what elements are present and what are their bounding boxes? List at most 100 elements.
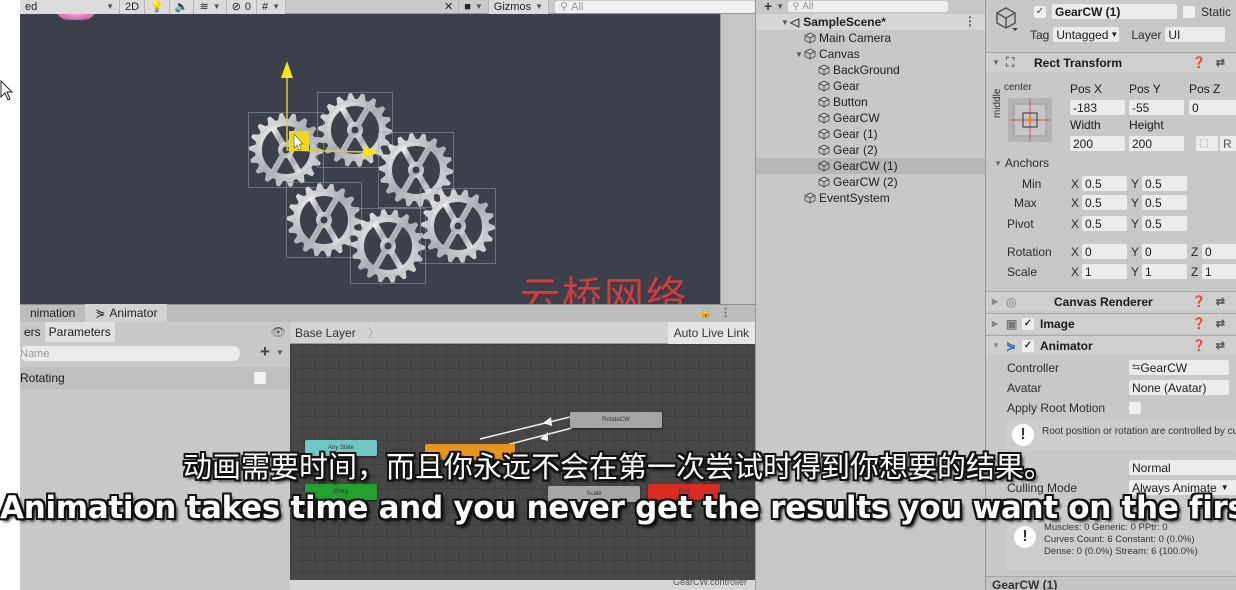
- hierarchy-item[interactable]: Main Camera: [756, 30, 986, 46]
- apply-root-motion-checkbox[interactable]: [1129, 402, 1141, 414]
- scale-z-input[interactable]: 1: [1202, 264, 1236, 279]
- anchor-presets-button[interactable]: [1008, 98, 1052, 142]
- chevron-down-icon[interactable]: ▼: [276, 348, 284, 357]
- help-icon[interactable]: ❓: [1192, 317, 1206, 330]
- width-input[interactable]: 200: [1070, 136, 1125, 151]
- blueprint-mode-button[interactable]: ⬚: [1196, 136, 1218, 151]
- gear-sprite[interactable]: [348, 206, 428, 286]
- hierarchy-item[interactable]: Gear: [756, 78, 986, 94]
- anchor-max-x-input[interactable]: 0.5: [1082, 195, 1127, 210]
- pivot-y-input[interactable]: 0.5: [1142, 216, 1187, 231]
- help-icon[interactable]: ❓: [1192, 339, 1206, 352]
- hierarchy-search-input[interactable]: ⚲ All: [788, 0, 949, 12]
- add-parameter-button[interactable]: +: [260, 342, 270, 362]
- raw-edit-button[interactable]: R: [1220, 136, 1236, 151]
- chevron-down-icon[interactable]: ▼: [776, 2, 784, 11]
- static-checkbox[interactable]: [1183, 5, 1195, 18]
- pos-y-input[interactable]: -55: [1129, 100, 1184, 115]
- pivot-x-input[interactable]: 0.5: [1082, 216, 1127, 231]
- eye-icon[interactable]: 👁: [271, 325, 286, 339]
- avatar-field[interactable]: None (Avatar): [1129, 380, 1229, 395]
- scale-x-input[interactable]: 1: [1082, 264, 1127, 279]
- tag-dropdown[interactable]: Untagged ▼: [1053, 27, 1120, 42]
- tools-button[interactable]: ✕: [439, 0, 460, 14]
- y-arrow-icon[interactable]: [281, 61, 293, 78]
- move-gizmo[interactable]: [275, 58, 385, 168]
- hierarchy-item-label: Main Camera: [819, 31, 892, 45]
- expand-arrow-icon[interactable]: ▶: [992, 319, 1006, 328]
- lighting-toggle[interactable]: 💡: [145, 0, 170, 14]
- breadcrumb-base-layer[interactable]: Base Layer: [295, 326, 356, 340]
- hierarchy-scene-row[interactable]: ▼ ◁ SampleScene* ⋮: [756, 14, 986, 30]
- anchor-min-y-input[interactable]: 0.5: [1142, 176, 1187, 191]
- expand-arrow-icon[interactable]: ▼: [992, 341, 1006, 350]
- image-enabled-checkbox[interactable]: ✓: [1022, 317, 1034, 330]
- parameter-search-input[interactable]: Name: [20, 346, 240, 361]
- animator-enabled-checkbox[interactable]: ✓: [1022, 339, 1034, 352]
- parameter-bool-checkbox[interactable]: [254, 372, 266, 384]
- draw-mode-dropdown[interactable]: ed ▼: [20, 0, 120, 14]
- scene-visibility-toggle[interactable]: ⊘ 0: [226, 0, 257, 14]
- expand-arrow-icon[interactable]: ▼: [794, 50, 804, 59]
- expand-arrow-icon[interactable]: ▼: [994, 159, 1002, 168]
- controller-field[interactable]: ⇆ GearCW: [1129, 360, 1229, 375]
- state-node-rotatecw[interactable]: RotateCW: [570, 412, 662, 428]
- hierarchy-item[interactable]: GearCW (1): [756, 158, 986, 174]
- kebab-menu-icon[interactable]: ⋮: [964, 14, 976, 28]
- preset-icon[interactable]: ⇄: [1216, 317, 1225, 330]
- hierarchy-item[interactable]: GearCW (2): [756, 174, 986, 190]
- hierarchy-item[interactable]: BackGround: [756, 62, 986, 78]
- hierarchy-item[interactable]: Gear (2): [756, 142, 986, 158]
- lock-icon[interactable]: 🔒: [700, 308, 712, 319]
- object-name-input[interactable]: GearCW (1): [1052, 4, 1177, 19]
- hierarchy-item[interactable]: GearCW: [756, 110, 986, 126]
- 2d-toggle[interactable]: 2D: [120, 0, 146, 14]
- help-icon[interactable]: ❓: [1192, 295, 1206, 308]
- gear-sprite[interactable]: [418, 186, 498, 266]
- preview-object-label[interactable]: GearCW (1): [992, 578, 1057, 590]
- camera-dropdown[interactable]: ■ ▼: [459, 0, 489, 14]
- active-checkbox[interactable]: ✓: [1034, 5, 1046, 18]
- pos-x-input[interactable]: -183: [1070, 100, 1125, 115]
- hierarchy-add-button[interactable]: +: [764, 0, 772, 14]
- canvas-renderer-header[interactable]: ▶ ◎ Canvas Renderer ❓ ⇄: [986, 291, 1236, 311]
- preset-icon[interactable]: ⇄: [1216, 56, 1225, 69]
- hierarchy-item[interactable]: EventSystem: [756, 190, 986, 206]
- hierarchy-item[interactable]: Button: [756, 94, 986, 110]
- transition-arrow[interactable]: [479, 416, 571, 440]
- tab-animator[interactable]: ⋟ Animator: [85, 304, 168, 322]
- animator-header[interactable]: ▼ ⋟ ✓ Animator ❓ ⇄: [986, 335, 1236, 355]
- pos-z-input[interactable]: 0: [1189, 100, 1236, 115]
- anchor-max-y-input[interactable]: 0.5: [1142, 195, 1187, 210]
- tab-animation[interactable]: nimation: [20, 304, 85, 322]
- expand-arrow-icon[interactable]: ▼: [780, 18, 790, 27]
- grid-dropdown[interactable]: # ▼: [256, 0, 286, 14]
- rotation-y-input[interactable]: 0: [1142, 244, 1187, 259]
- hierarchy-item[interactable]: ▼ Canvas: [756, 46, 986, 62]
- anchor-min-x-input[interactable]: 0.5: [1082, 176, 1127, 191]
- help-icon[interactable]: ❓: [1192, 56, 1206, 69]
- rotation-x-input[interactable]: 0: [1082, 244, 1127, 259]
- auto-live-link-button[interactable]: Auto Live Link: [667, 322, 755, 344]
- rotation-z-input[interactable]: 0: [1202, 244, 1236, 259]
- kebab-menu-icon[interactable]: ⋮: [720, 306, 731, 319]
- preset-icon[interactable]: ⇄: [1216, 339, 1225, 352]
- tab-parameters[interactable]: Parameters: [44, 322, 115, 342]
- x-arrow-icon[interactable]: [363, 146, 379, 158]
- audio-toggle[interactable]: 🔈: [169, 0, 195, 14]
- gizmos-dropdown[interactable]: Gizmos ▼: [488, 0, 549, 14]
- hierarchy-item[interactable]: Gear (1): [756, 126, 986, 142]
- layer-dropdown[interactable]: UI: [1165, 27, 1226, 42]
- scene-view[interactable]: [20, 14, 720, 304]
- tab-layers[interactable]: ers: [20, 325, 45, 339]
- expand-arrow-icon[interactable]: ▶: [992, 297, 1006, 306]
- preset-icon[interactable]: ⇄: [1216, 295, 1225, 308]
- scale-y-input[interactable]: 1: [1142, 264, 1187, 279]
- height-input[interactable]: 200: [1129, 136, 1184, 151]
- scene-search-input[interactable]: ⚲ All: [555, 0, 755, 13]
- parameter-row[interactable]: Rotating: [20, 367, 290, 389]
- expand-arrow-icon[interactable]: ▼: [992, 58, 1006, 67]
- effects-dropdown[interactable]: ≋ ▼: [194, 0, 227, 14]
- image-header[interactable]: ▶ ▣ ✓ Image ❓ ⇄: [986, 313, 1236, 333]
- rect-transform-header[interactable]: ▼ ⛶ Rect Transform ❓ ⇄: [986, 52, 1236, 72]
